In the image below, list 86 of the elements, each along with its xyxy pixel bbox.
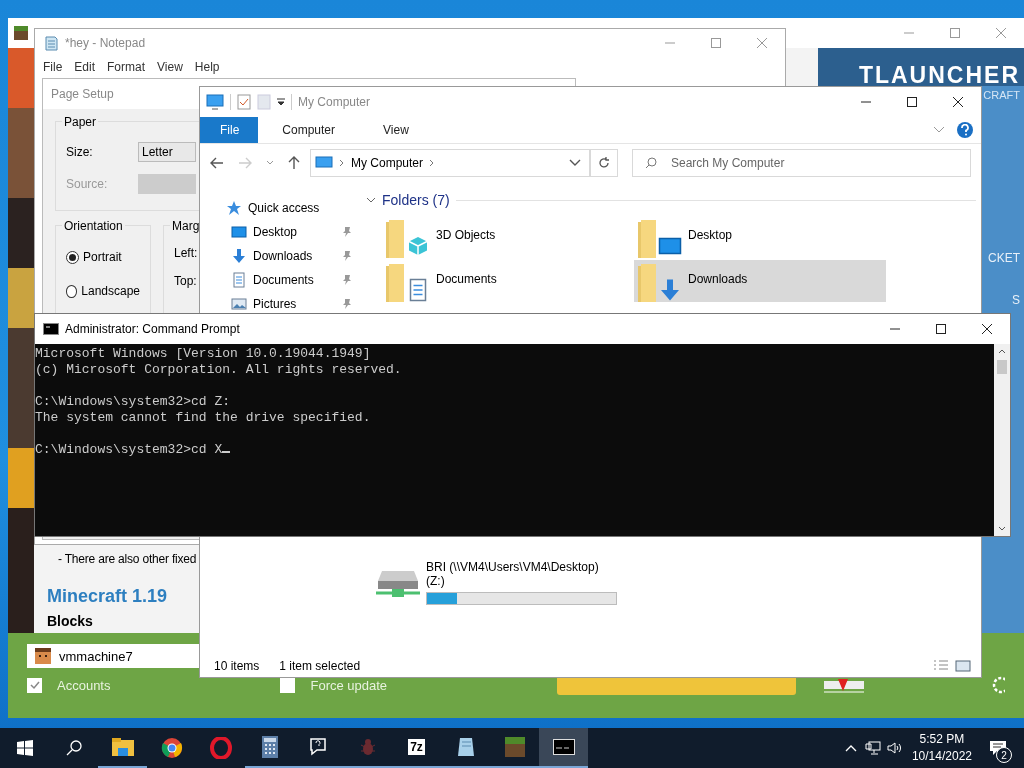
nav-item[interactable]: Downloads xyxy=(200,244,360,268)
folder-item[interactable]: 3D Objects xyxy=(382,216,634,258)
cube-icon xyxy=(406,234,430,258)
document-icon xyxy=(231,272,247,288)
ribbon-tab[interactable]: File xyxy=(200,117,259,143)
radio-button[interactable] xyxy=(66,284,78,298)
checkbox-label: Accounts xyxy=(57,677,111,693)
down-arrow-icon xyxy=(658,278,682,302)
scroll-down-icon[interactable] xyxy=(998,526,1006,532)
chevron-icon[interactable] xyxy=(366,196,376,204)
menu-item[interactable]: Format xyxy=(101,60,152,74)
nav-item[interactable]: Quick access xyxy=(200,196,360,220)
folder-icon xyxy=(638,264,656,302)
folder-item[interactable]: Documents xyxy=(382,260,634,302)
refresh-icon xyxy=(598,157,610,169)
folder-icon xyxy=(638,220,656,258)
size-dropdown[interactable]: Letter xyxy=(138,142,196,162)
scrollbar-thumb[interactable] xyxy=(997,360,1007,374)
terminal-icon xyxy=(43,323,59,335)
brand-logo: TLAUNCHER xyxy=(858,62,1020,89)
field-label: Top: xyxy=(174,274,197,288)
computer-icon xyxy=(206,94,224,110)
radio-label: Portrait xyxy=(83,250,122,264)
section-heading: Folders (7) xyxy=(382,192,450,208)
menu-item[interactable]: Help xyxy=(188,60,226,74)
chevron-down-icon[interactable] xyxy=(569,159,581,167)
group-label: Paper xyxy=(62,115,99,129)
terminal-icon[interactable] xyxy=(539,728,588,768)
scrollbar[interactable] xyxy=(994,344,1010,536)
settings-icon[interactable] xyxy=(991,675,1005,695)
drive-item[interactable]: BRI (\\VM4\Users\VM4\Desktop) (Z:) xyxy=(374,560,976,605)
radio-label: Landscape xyxy=(81,284,140,298)
news-text: - There are also other fixed xyxy=(57,552,197,566)
brand-subtitle: CRAFT xyxy=(983,89,1020,101)
nav-item[interactable]: Pictures xyxy=(200,292,360,316)
notepad-icon xyxy=(43,34,59,51)
chevron-right-icon xyxy=(429,159,436,167)
properties-icon[interactable] xyxy=(237,94,251,110)
caret-icon[interactable] xyxy=(266,160,274,166)
dialog-title: Page Setup xyxy=(51,87,114,101)
avatar-icon xyxy=(35,648,51,664)
field-label: Source: xyxy=(66,177,109,191)
nav-item[interactable]: Documents xyxy=(200,268,360,292)
search-field[interactable]: Search My Computer xyxy=(632,149,971,177)
folder-icon xyxy=(386,264,404,302)
status-text: 1 item selected xyxy=(279,659,361,673)
down-arrow-icon xyxy=(231,248,247,264)
monitor-icon xyxy=(231,224,247,240)
clock[interactable]: 5:52 PM 10/14/2022 xyxy=(911,731,972,765)
window-title: My Computer xyxy=(298,95,371,109)
group-label: Orientation xyxy=(62,219,125,233)
ribbon-tab[interactable]: View xyxy=(359,117,433,143)
dropdown-icon[interactable] xyxy=(277,98,285,106)
field-label: Left: xyxy=(174,246,198,260)
grass-block-icon xyxy=(14,26,28,40)
address-bar[interactable]: My Computer xyxy=(310,149,590,177)
menu-item[interactable]: View xyxy=(151,60,189,74)
help-icon[interactable] xyxy=(957,122,973,138)
computer-icon xyxy=(315,156,333,170)
news-subheading: Blocks xyxy=(47,613,93,629)
radio-button[interactable] xyxy=(66,250,79,264)
search-icon xyxy=(645,157,657,169)
checkbox[interactable] xyxy=(27,677,42,693)
account-field[interactable]: vmmachine7 xyxy=(27,644,199,668)
window-title: Administrator: Command Prompt xyxy=(65,322,240,336)
scroll-up-icon[interactable] xyxy=(998,348,1006,354)
image-icon xyxy=(231,296,247,312)
ribbon-tab[interactable]: Computer xyxy=(258,117,360,143)
up-arrow-icon[interactable] xyxy=(288,156,300,170)
news-heading: Minecraft 1.19 xyxy=(47,586,168,607)
checkbox-label: Force update xyxy=(310,677,388,693)
window-title: *hey - Notepad xyxy=(65,35,146,50)
terminal-output: Microsoft Windows [Version 10.0.19044.1949] (c) Microsoft Corporation. All rights reserved. C:\Windows\system32>cd Z: The system cannot find the drive specified. C:\Windows\system32>cd X xyxy=(35,345,403,459)
folder-item[interactable]: Downloads xyxy=(634,260,886,302)
status-text: 10 items xyxy=(214,659,260,673)
chevron-icon[interactable] xyxy=(933,126,945,134)
folder-icon xyxy=(386,220,404,258)
star-icon xyxy=(226,200,242,216)
back-arrow-icon[interactable] xyxy=(210,157,224,169)
folder-item[interactable]: Desktop xyxy=(634,216,886,258)
menu-item[interactable]: Edit xyxy=(68,60,102,74)
menu-item[interactable]: File xyxy=(37,60,69,74)
field-label: Size: xyxy=(66,145,94,159)
chevron-right-icon xyxy=(339,159,345,167)
notification-badge: 2 xyxy=(996,747,1012,763)
refresh-button[interactable] xyxy=(590,149,618,177)
